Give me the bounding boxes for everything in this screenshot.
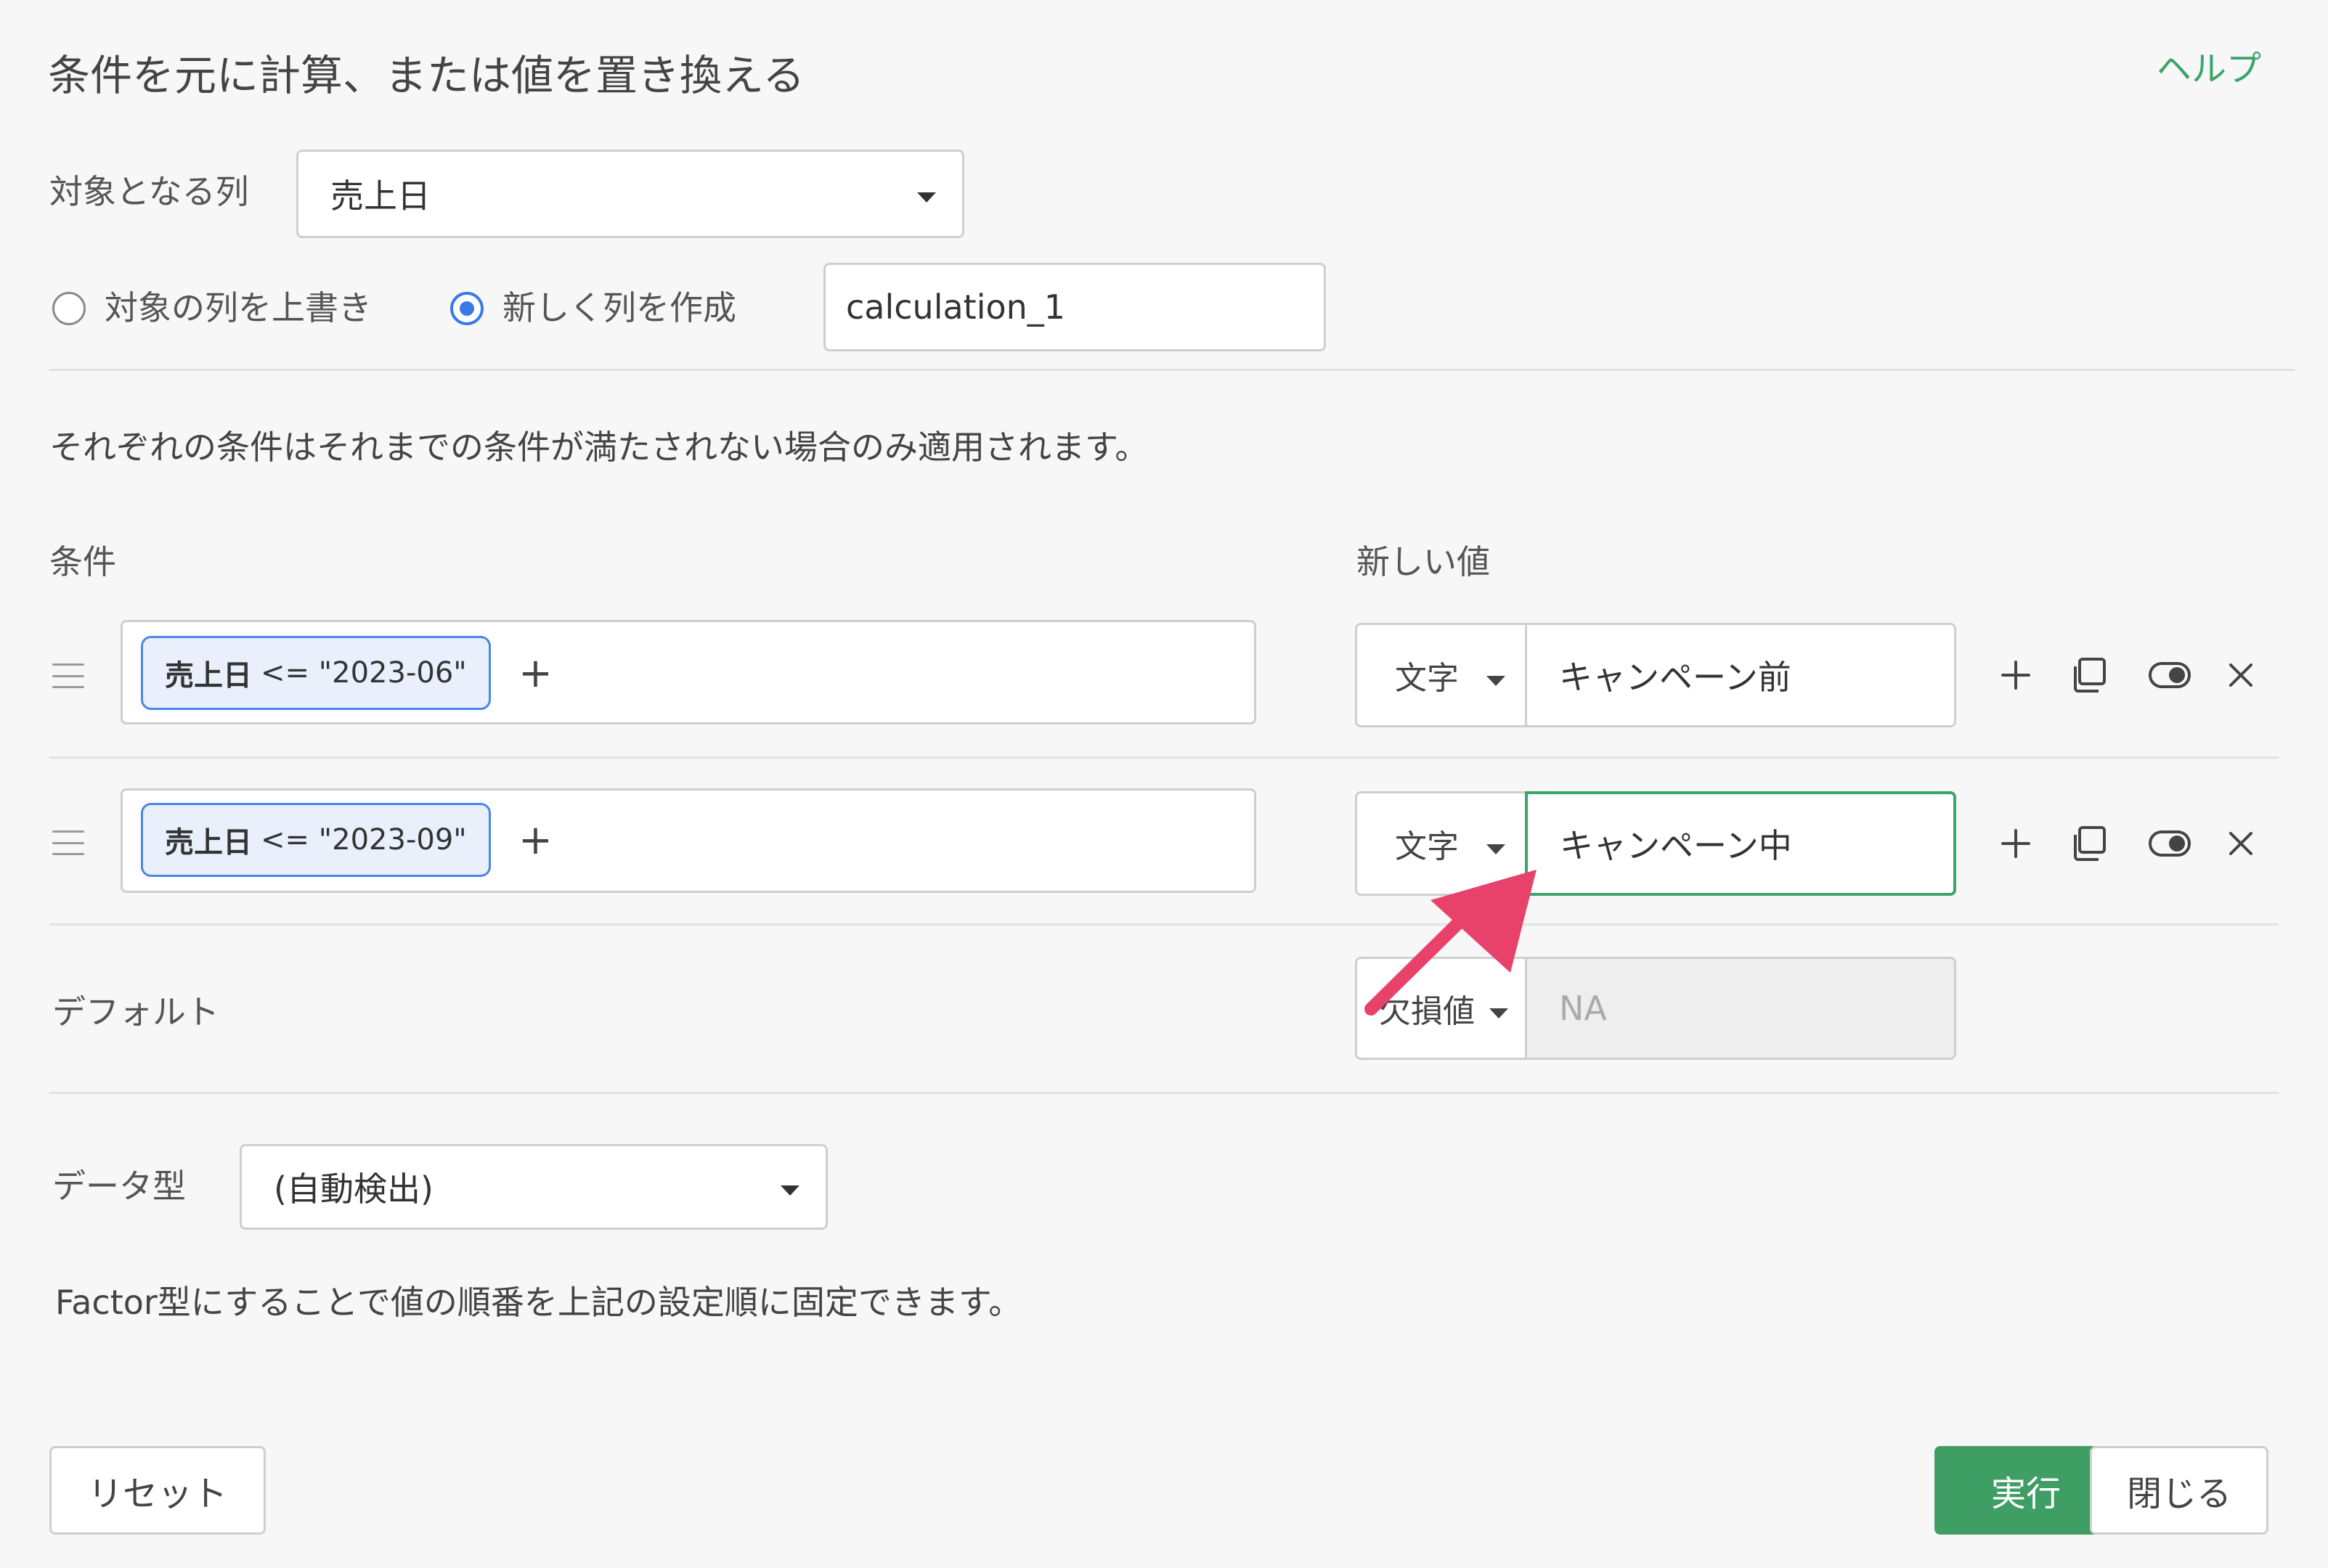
chevron-down-icon — [1486, 844, 1505, 854]
new-column-name-input[interactable] — [823, 263, 1326, 351]
chevron-down-icon — [1486, 676, 1505, 686]
overwrite-label: 対象の列を上書き — [105, 288, 372, 327]
new-value-input[interactable] — [1525, 791, 1956, 896]
target-column-label: 対象となる列 — [49, 172, 249, 211]
divider — [49, 369, 2295, 371]
condition-chip[interactable]: 売上日 <= "2023-09" — [141, 803, 491, 877]
divider — [49, 923, 2279, 926]
new-value-input[interactable] — [1525, 623, 1956, 727]
chip-expression: <= "2023-06" — [261, 656, 467, 690]
close-icon[interactable] — [2219, 652, 2263, 698]
add-condition-icon[interactable]: + — [518, 819, 553, 862]
target-column-value: 売上日 — [330, 176, 431, 216]
condition-chip[interactable]: 売上日 <= "2023-06" — [141, 636, 491, 710]
dialog-title: 条件を元に計算、または値を置き換える — [48, 51, 805, 100]
chevron-down-icon — [781, 1185, 799, 1196]
overwrite-radio[interactable] — [52, 292, 86, 325]
target-column-select[interactable]: 売上日 — [296, 150, 964, 238]
toggle-icon[interactable] — [2142, 652, 2197, 698]
data-type-value: (自動検出) — [274, 1169, 434, 1209]
divider — [49, 756, 2279, 759]
value-type-select[interactable]: 文字 — [1355, 623, 1525, 727]
toggle-icon[interactable] — [2142, 820, 2197, 867]
add-row-plus-icon[interactable] — [1994, 820, 2038, 867]
chevron-down-icon — [917, 192, 936, 203]
chip-expression: <= "2023-09" — [261, 823, 467, 857]
condition-header: 条件 — [49, 542, 116, 581]
chip-column: 売上日 — [165, 826, 252, 859]
factor-note: Factor型にすることで値の順番を上記の設定順に固定できます。 — [55, 1283, 1022, 1322]
copy-icon[interactable] — [2067, 652, 2110, 698]
drag-handle-icon[interactable] — [52, 830, 84, 855]
data-type-select[interactable]: (自動検出) — [240, 1144, 828, 1230]
help-link[interactable]: ヘルプ — [2157, 44, 2261, 94]
value-type-label: 文字 — [1395, 660, 1459, 697]
drag-handle-icon[interactable] — [52, 663, 84, 688]
copy-icon[interactable] — [2067, 820, 2110, 867]
new-column-label: 新しく列を作成 — [502, 288, 736, 327]
close-button[interactable]: 閉じる — [2090, 1446, 2268, 1535]
default-label: デフォルト — [52, 992, 219, 1032]
data-type-label: データ型 — [52, 1167, 186, 1206]
add-condition-icon[interactable]: + — [518, 652, 553, 695]
new-value-header: 新しい値 — [1356, 542, 1490, 581]
close-icon[interactable] — [2219, 820, 2263, 867]
chip-column: 売上日 — [165, 659, 252, 693]
add-row-plus-icon[interactable] — [1994, 652, 2038, 698]
divider — [49, 1092, 2279, 1094]
conditions-note: それぞれの条件はそれまでの条件が満たされない場合のみ適用されます。 — [49, 428, 1149, 467]
new-column-radio[interactable] — [450, 292, 484, 325]
reset-button[interactable]: リセット — [49, 1446, 266, 1535]
default-value-input — [1525, 957, 1956, 1060]
annotation-arrow-icon — [1364, 870, 1537, 1016]
